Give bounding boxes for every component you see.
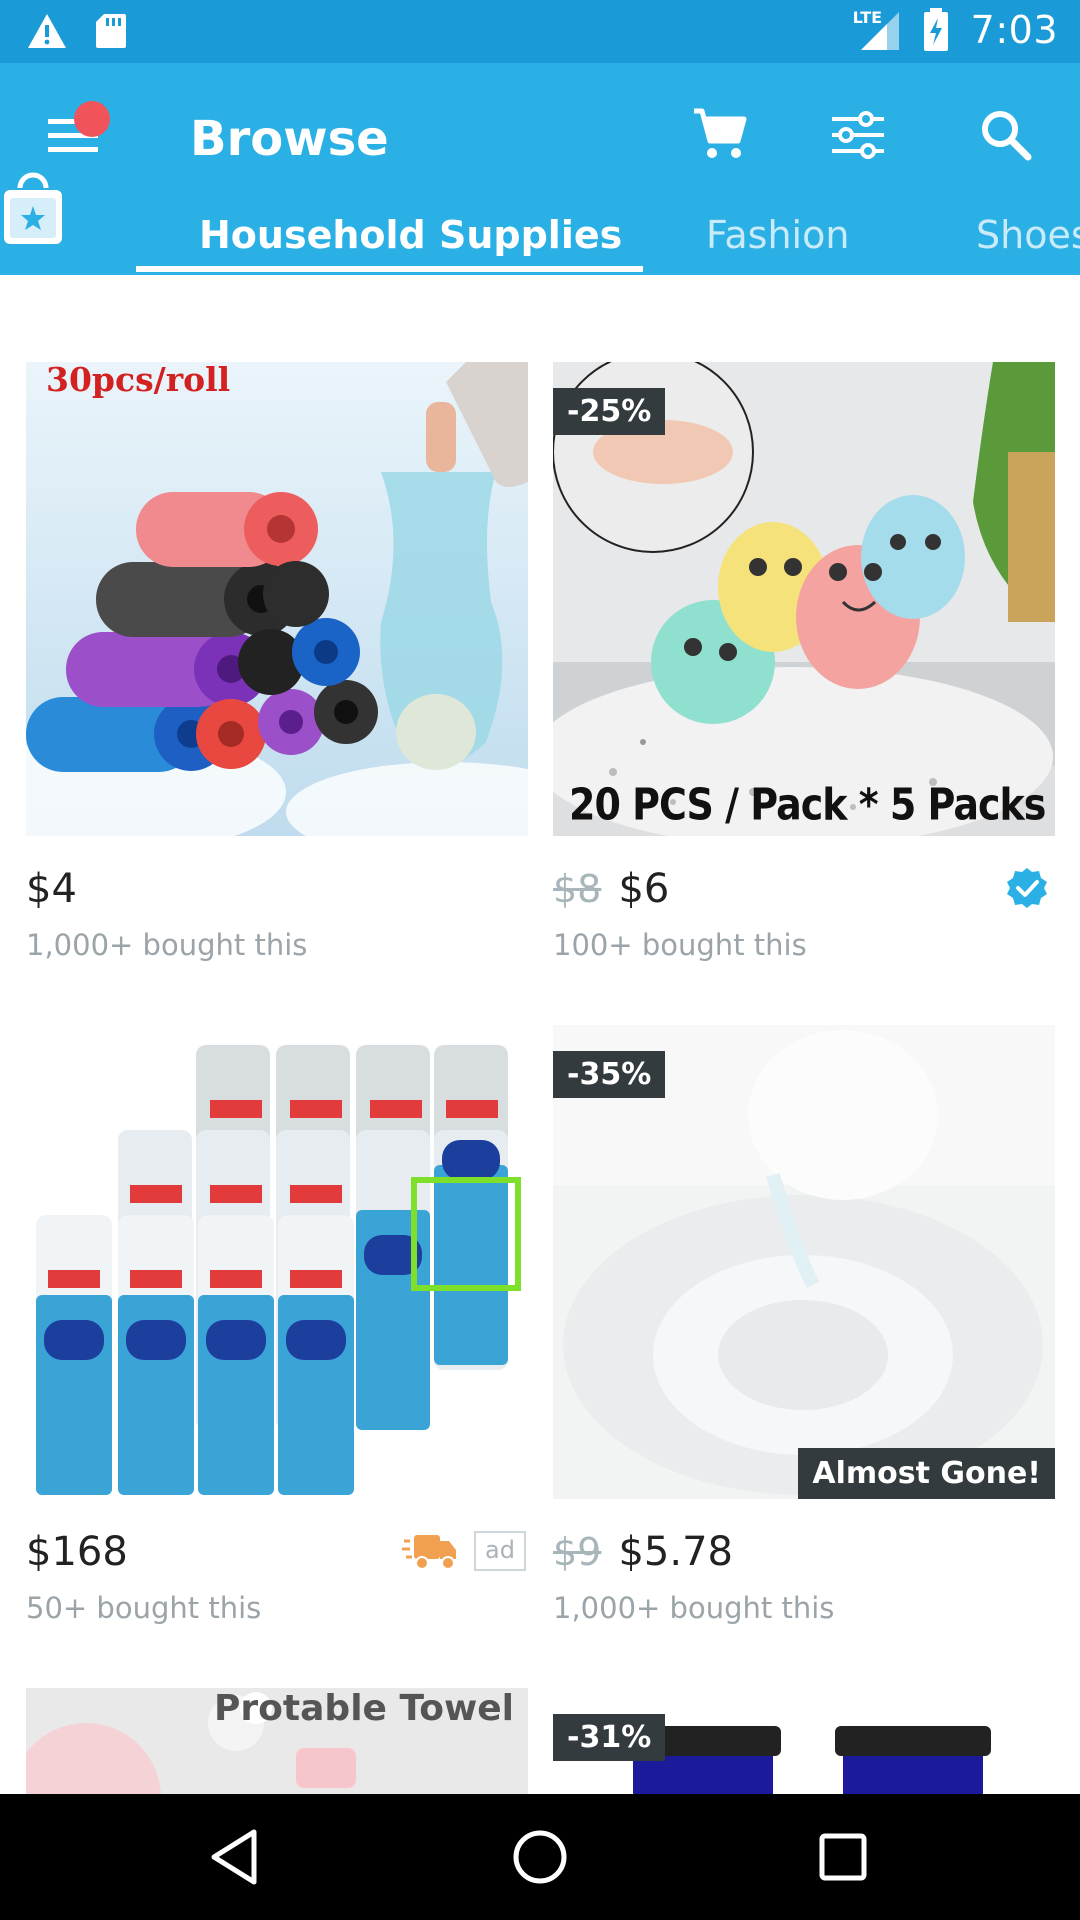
product-card[interactable]: -31%	[553, 1688, 1055, 1794]
cart-icon[interactable]	[690, 105, 750, 165]
filter-icon[interactable]	[828, 105, 888, 165]
tab-household-supplies[interactable]: Household Supplies	[199, 213, 622, 257]
status-time: 7:03	[970, 8, 1058, 52]
product-card[interactable]: Protable Towel	[26, 1688, 528, 1794]
product-image[interactable]: -31%	[553, 1688, 1055, 1794]
page-title: Browse	[190, 111, 389, 167]
product-image[interactable]: -35% Almost Gone!	[553, 1025, 1055, 1499]
discount-badge: -31%	[553, 1714, 666, 1761]
signal-icon: LTE	[853, 8, 901, 52]
product-card[interactable]: -25% 20 PCS / Pack * 5 Packs $8 $6 100+ …	[553, 362, 1055, 962]
discount-badge: -35%	[553, 1051, 666, 1098]
home-icon[interactable]	[507, 1824, 573, 1890]
product-price: $4	[26, 866, 77, 912]
status-bar: LTE 7:03	[0, 0, 1080, 63]
sold-count: 50+ bought this	[26, 1591, 262, 1625]
verified-icon	[1007, 868, 1047, 908]
product-image[interactable]: 30pcs/roll	[26, 362, 528, 836]
ad-label: ad	[474, 1531, 526, 1571]
original-price: $8	[553, 867, 602, 911]
notification-dot	[74, 101, 110, 137]
discount-badge: -25%	[553, 388, 666, 435]
image-caption: 20 PCS / Pack * 5 Packs	[569, 779, 1046, 830]
active-tab-indicator	[136, 266, 643, 272]
original-price: $9	[553, 1530, 602, 1574]
search-icon[interactable]	[976, 105, 1036, 165]
tab-fashion[interactable]: Fashion	[706, 213, 849, 257]
system-nav-bar	[0, 1794, 1080, 1920]
battery-charging-icon	[923, 8, 948, 51]
shopping-bag-icon[interactable]	[0, 170, 66, 246]
fast-shipping-icon	[402, 1535, 456, 1570]
sold-count: 1,000+ bought this	[26, 928, 308, 962]
product-card[interactable]: 30pcs/roll $4 1,000+ bought this	[26, 362, 528, 962]
product-price: $6	[618, 866, 670, 912]
product-card[interactable]: -35% Almost Gone! $9 $5.78 1,000+ bought…	[553, 1025, 1055, 1625]
product-card[interactable]: $168 ad 50+ bought this	[26, 1025, 528, 1625]
price-row: $9 $5.78	[553, 1529, 1055, 1579]
product-price: $168	[26, 1529, 128, 1575]
image-caption: Protable Towel	[214, 1688, 514, 1729]
sold-count: 100+ bought this	[553, 928, 807, 962]
product-image[interactable]	[26, 1025, 528, 1499]
price-row: $4	[26, 866, 528, 916]
almost-gone-badge: Almost Gone!	[798, 1448, 1055, 1499]
recents-icon[interactable]	[810, 1824, 876, 1890]
product-price: $5.78	[618, 1529, 733, 1575]
sd-card-icon	[96, 14, 126, 48]
image-caption: 30pcs/roll	[46, 362, 231, 399]
product-image[interactable]: -25% 20 PCS / Pack * 5 Packs	[553, 362, 1055, 836]
price-row: $168 ad	[26, 1529, 528, 1579]
back-icon[interactable]	[204, 1824, 270, 1890]
tab-shoes[interactable]: Shoes	[976, 213, 1080, 257]
sold-count: 1,000+ bought this	[553, 1591, 835, 1625]
price-row: $8 $6	[553, 866, 1055, 916]
warning-icon	[28, 14, 66, 48]
product-image[interactable]: Protable Towel	[26, 1688, 528, 1794]
app-bar: Browse Household Supplies Fashion Shoes	[0, 63, 1080, 275]
